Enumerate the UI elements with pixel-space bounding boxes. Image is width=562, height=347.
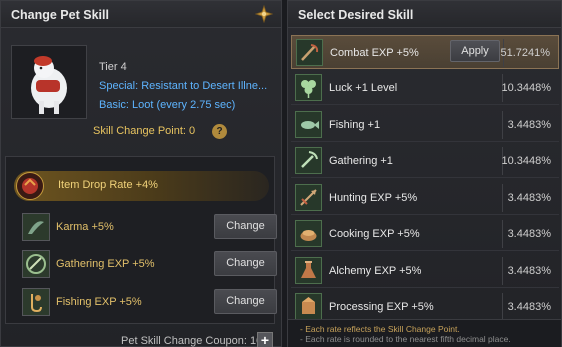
pet-info: Tier 4 Special: Resistant to Desert Illn… — [99, 61, 274, 111]
skill-option-name: Fishing +1 — [329, 119, 381, 131]
skill-option-rate: 10.3448% — [501, 155, 551, 167]
fishing-exp-icon — [22, 288, 50, 316]
combat-exp-icon — [296, 39, 323, 66]
skill-option-gathering[interactable]: Gathering +1 10.3448% — [291, 144, 559, 178]
skill-option-name: Processing EXP +5% — [329, 301, 434, 313]
skill-row-item-drop-rate: Item Drop Rate +4% — [14, 171, 269, 201]
skill-option-name: Combat EXP +5% — [330, 47, 419, 59]
rate-divider — [502, 111, 503, 139]
skill-name: Item Drop Rate +4% — [58, 179, 158, 191]
pet-basic-skill: Basic: Loot (every 2.75 sec) — [99, 99, 236, 111]
skill-option-fishing[interactable]: Fishing +1 3.4483% — [291, 108, 559, 142]
left-panel-title: Change Pet Skill — [11, 8, 109, 22]
item-drop-icon — [16, 172, 44, 200]
pet-emblem-icon — [255, 5, 273, 23]
hunting-exp-icon — [295, 184, 322, 211]
skill-option-rate: 10.3448% — [501, 82, 551, 94]
skill-change-coupon: Pet Skill Change Coupon: 10 — [121, 335, 263, 347]
skill-change-point: Skill Change Point: 0 — [93, 125, 196, 137]
skill-option-name: Luck +1 Level — [329, 82, 398, 94]
change-button[interactable]: Change — [214, 251, 277, 276]
skill-row-gathering-exp: Gathering EXP +5% Change — [16, 250, 277, 278]
skill-option-rate: 51.7241% — [500, 47, 550, 59]
gathering-exp-icon — [22, 250, 50, 278]
skill-option-name: Hunting EXP +5% — [329, 192, 418, 204]
skill-option-rate: 3.4483% — [507, 265, 551, 277]
skill-option-alchemy-exp[interactable]: Alchemy EXP +5% 3.4483% — [291, 254, 559, 288]
skill-option-name: Gathering +1 — [329, 155, 393, 167]
note-rate-reflects: - Each rate reflects the Skill Change Po… — [300, 324, 460, 334]
skill-name: Gathering EXP +5% — [56, 258, 155, 270]
help-icon[interactable]: ? — [212, 124, 227, 139]
luck-icon — [295, 74, 322, 101]
skill-option-rate: 3.4483% — [507, 228, 551, 240]
rate-divider — [502, 293, 503, 321]
skill-option-name: Cooking EXP +5% — [329, 228, 420, 240]
skill-name: Karma +5% — [56, 221, 114, 233]
skill-option-rate: 3.4483% — [507, 192, 551, 204]
skill-name: Fishing EXP +5% — [56, 296, 142, 308]
select-desired-skill-panel: Select Desired Skill Combat EXP +5% Appl… — [287, 0, 562, 347]
skill-option-rate: 3.4483% — [507, 119, 551, 131]
karma-icon — [22, 213, 50, 241]
skill-option-hunting-exp[interactable]: Hunting EXP +5% 3.4483% — [291, 181, 559, 215]
pet-tier: Tier 4 — [99, 61, 127, 73]
alchemy-exp-icon — [295, 257, 322, 284]
rate-divider — [502, 184, 503, 212]
fishing-icon — [295, 111, 322, 138]
rate-notes: - Each rate reflects the Skill Change Po… — [288, 319, 561, 347]
change-pet-skill-panel: Change Pet Skill Tier 4 Special: Resista… — [0, 0, 282, 347]
change-button[interactable]: Change — [214, 289, 277, 314]
add-coupon-button[interactable]: + — [257, 332, 273, 347]
processing-exp-icon — [295, 293, 322, 320]
note-rate-rounded: - Each rate is rounded to the nearest fi… — [300, 334, 511, 344]
skill-row-fishing-exp: Fishing EXP +5% Change — [16, 288, 277, 316]
cooking-exp-icon — [295, 220, 322, 247]
skill-row-karma: Karma +5% Change — [16, 213, 277, 241]
skill-option-rate: 3.4483% — [507, 301, 551, 313]
rate-divider — [502, 220, 503, 248]
change-button[interactable]: Change — [214, 214, 277, 239]
pet-special-skill: Special: Resistant to Desert Illne... — [99, 80, 268, 92]
skill-option-luck[interactable]: Luck +1 Level 10.3448% — [291, 71, 559, 105]
skill-option-combat-exp[interactable]: Combat EXP +5% Apply 51.7241% — [291, 35, 559, 69]
skill-option-cooking-exp[interactable]: Cooking EXP +5% 3.4483% — [291, 217, 559, 251]
pet-portrait — [11, 45, 87, 119]
rate-divider — [502, 257, 503, 285]
pet-skills-box: Item Drop Rate +4% Karma +5% Change Gath… — [5, 156, 277, 324]
gathering-icon — [295, 147, 322, 174]
right-panel-title: Select Desired Skill — [298, 8, 414, 22]
apply-button[interactable]: Apply — [450, 40, 500, 62]
skill-option-name: Alchemy EXP +5% — [329, 265, 422, 277]
